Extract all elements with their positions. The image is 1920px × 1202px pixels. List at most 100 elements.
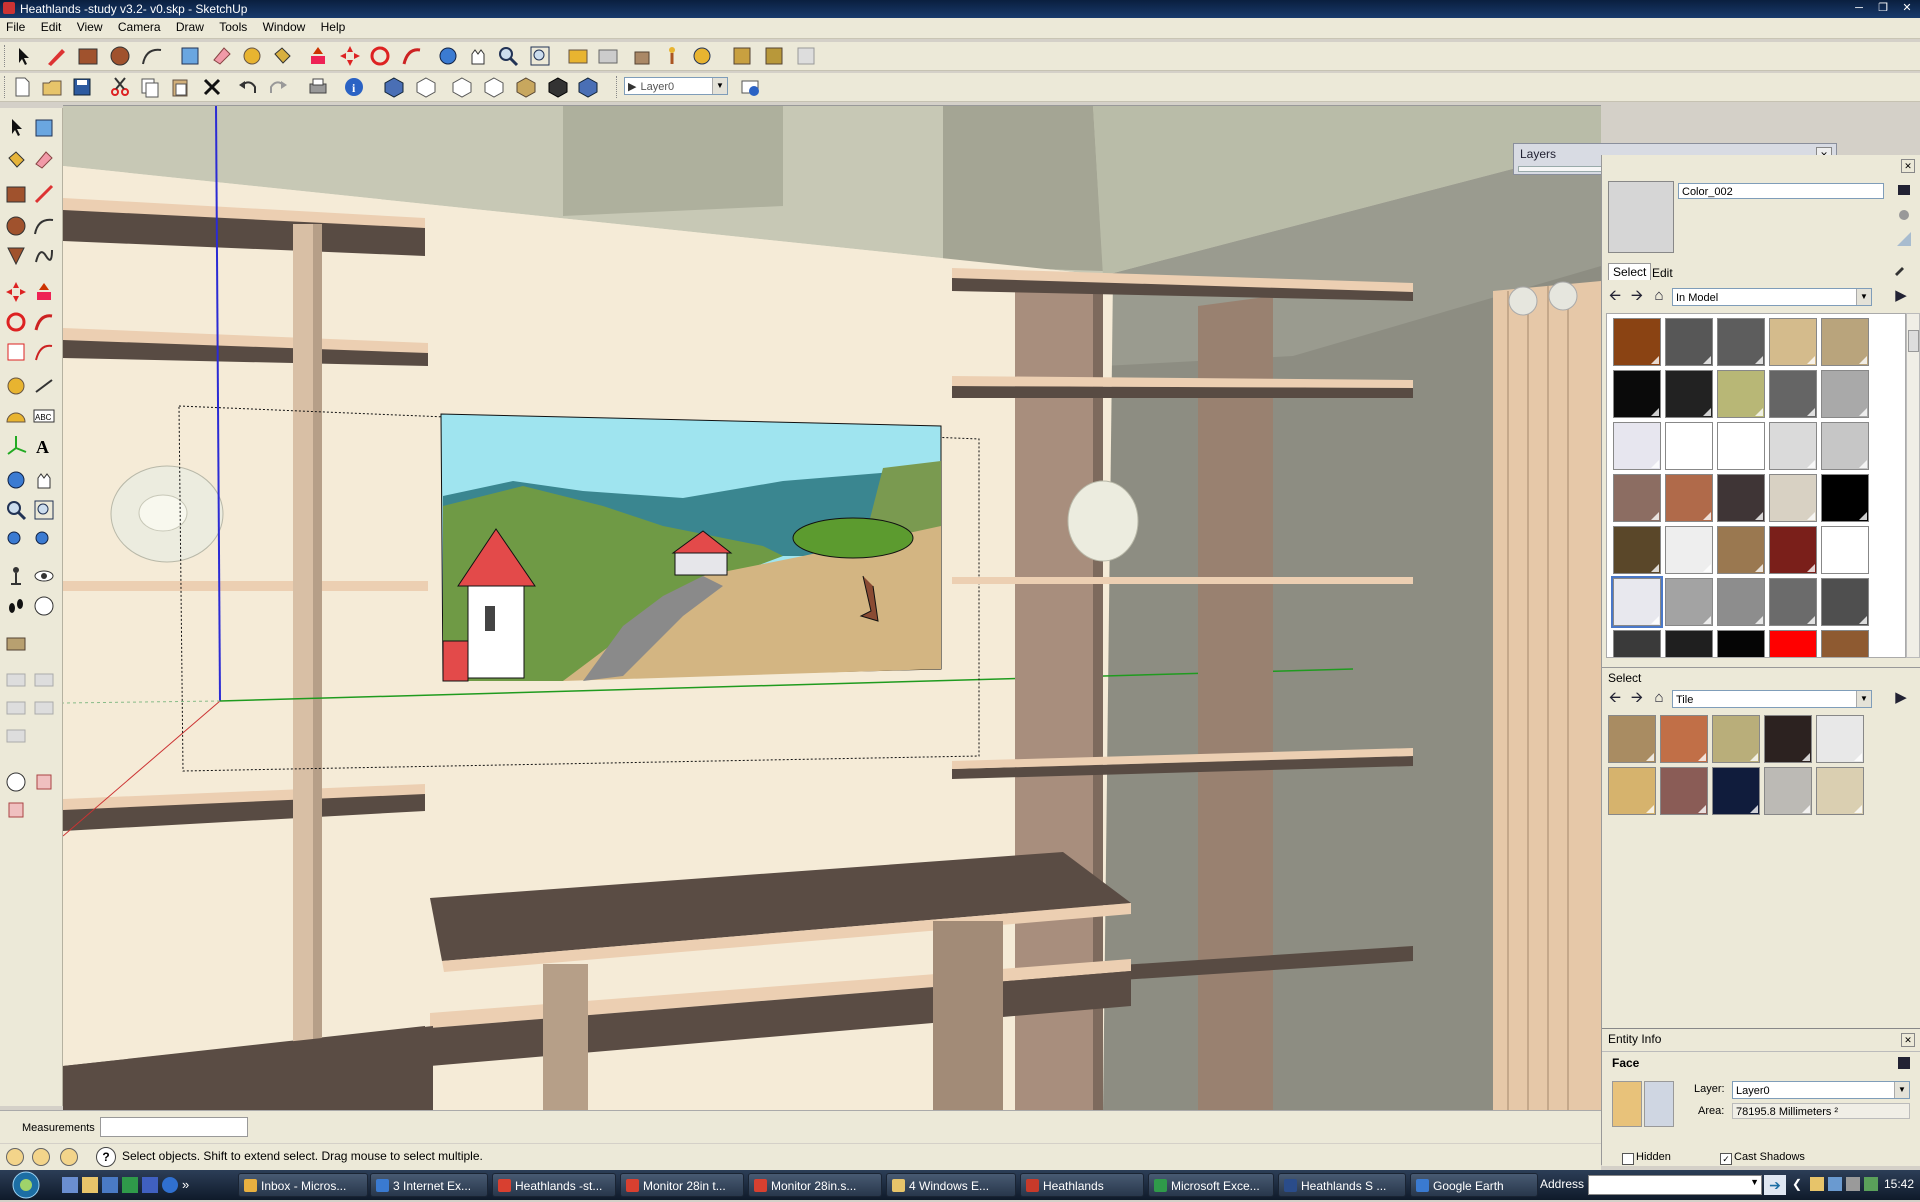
taskbar-item[interactable]: Monitor 28in t... <box>620 1173 744 1197</box>
hidden-checkbox[interactable] <box>1622 1153 1634 1165</box>
material-swatch[interactable] <box>1717 318 1765 366</box>
zoom-extents-left-icon[interactable] <box>32 528 56 552</box>
chevron-down-icon[interactable]: ▼ <box>712 78 727 94</box>
move-icon[interactable] <box>4 280 28 304</box>
look-around-icon[interactable] <box>690 44 714 68</box>
pan-tool-icon[interactable] <box>466 44 490 68</box>
tile-swatch[interactable] <box>1608 715 1656 763</box>
quick-launch-icon[interactable] <box>62 1177 78 1193</box>
tile-swatch[interactable] <box>1660 715 1708 763</box>
scrollbar-thumb[interactable] <box>1908 330 1919 352</box>
paint-icon[interactable] <box>4 148 28 172</box>
taskbar-item[interactable]: Heathlands S ... <box>1278 1173 1406 1197</box>
material-swatch[interactable] <box>1769 422 1817 470</box>
chevron-down-icon[interactable]: ▼ <box>1856 691 1871 707</box>
menu-view[interactable]: View <box>71 18 109 34</box>
iso-view-icon[interactable] <box>382 75 406 99</box>
cast-shadows-checkbox[interactable]: ✓ <box>1720 1153 1732 1165</box>
tape-measure-icon[interactable] <box>240 44 264 68</box>
material-swatch[interactable] <box>1821 318 1869 366</box>
tab-edit[interactable]: Edit <box>1648 265 1677 281</box>
taskbar-item[interactable]: Monitor 28in.s... <box>748 1173 882 1197</box>
polygon-icon[interactable] <box>4 244 28 268</box>
position-camera-left-icon[interactable] <box>4 564 28 588</box>
share-component-icon[interactable] <box>794 44 818 68</box>
material-swatch[interactable] <box>1613 526 1661 574</box>
tape-measure-left-icon[interactable] <box>4 374 28 398</box>
material-swatch[interactable] <box>1717 526 1765 574</box>
details-arrow-icon[interactable]: ▶ <box>1892 287 1910 305</box>
taskbar-item[interactable]: 3 Internet Ex... <box>370 1173 488 1197</box>
scenes-icon[interactable] <box>32 696 56 720</box>
material-swatch[interactable] <box>1717 578 1765 626</box>
material-swatch[interactable] <box>1717 422 1765 470</box>
material-swatch[interactable] <box>1613 318 1661 366</box>
rectangle-icon[interactable] <box>4 182 28 206</box>
zoom-tool-icon[interactable] <box>496 44 520 68</box>
open-file-icon[interactable] <box>40 75 64 99</box>
paint-bucket-icon[interactable] <box>270 44 294 68</box>
forward-arrow-icon[interactable]: 🡪 <box>1628 689 1646 707</box>
orbit-left-icon[interactable] <box>4 468 28 492</box>
scale-icon[interactable] <box>4 340 28 364</box>
move-tool-icon[interactable] <box>338 44 362 68</box>
circle-tool-icon[interactable] <box>108 44 132 68</box>
arc-tool-icon[interactable] <box>140 44 164 68</box>
pan-left-icon[interactable] <box>32 468 56 492</box>
close-icon[interactable]: ✕ <box>1901 159 1915 173</box>
chevron-down-icon[interactable]: ▼ <box>1894 1082 1909 1098</box>
cut-icon[interactable] <box>108 75 132 99</box>
3d-viewport[interactable] <box>63 105 1601 1111</box>
next-view-icon[interactable] <box>596 44 620 68</box>
tray-volume-icon[interactable] <box>1846 1177 1860 1191</box>
orbit-tool-icon[interactable] <box>436 44 460 68</box>
taskbar-item[interactable]: Google Earth <box>1410 1173 1538 1197</box>
zoom-extents-icon[interactable] <box>528 44 552 68</box>
chevron-down-icon[interactable]: ▼ <box>1750 1177 1759 1187</box>
material-swatch[interactable] <box>1821 526 1869 574</box>
material-swatch[interactable] <box>1665 526 1713 574</box>
menu-draw[interactable]: Draw <box>170 18 210 34</box>
save-icon[interactable] <box>70 75 94 99</box>
material-swatch[interactable] <box>1613 474 1661 522</box>
model-info-icon[interactable]: i <box>342 75 366 99</box>
menu-help[interactable]: Help <box>315 18 352 34</box>
forward-arrow-icon[interactable]: 🡪 <box>1628 287 1646 305</box>
menu-edit[interactable]: Edit <box>35 18 68 34</box>
component-icon[interactable] <box>32 116 56 140</box>
line-icon[interactable] <box>32 182 56 206</box>
select-tool-icon[interactable] <box>10 44 34 68</box>
follow-me-left-icon[interactable] <box>32 310 56 334</box>
zoom-left-icon[interactable] <box>4 498 28 522</box>
layer-manager-icon[interactable] <box>738 75 762 99</box>
material-name-field[interactable]: Color_002 <box>1678 183 1884 199</box>
face-material-back[interactable] <box>1644 1081 1674 1127</box>
swatch-scrollbar[interactable] <box>1906 313 1920 658</box>
more-icon[interactable]: » <box>182 1177 198 1193</box>
rectangle-tool-icon[interactable] <box>76 44 100 68</box>
zoom-window-icon[interactable] <box>32 498 56 522</box>
material-swatch[interactable] <box>1821 370 1869 418</box>
material-swatch[interactable] <box>1717 630 1765 657</box>
taskbar-item[interactable]: Inbox - Micros... <box>238 1173 368 1197</box>
toggle-terrain-icon[interactable] <box>4 798 28 822</box>
eraser-icon[interactable] <box>32 148 56 172</box>
top-view-icon[interactable] <box>414 75 438 99</box>
minimize-icon[interactable]: ─ <box>1850 1 1868 15</box>
layer-select[interactable]: ▶ Layer0 ▼ <box>624 77 728 95</box>
taskbar-item[interactable]: Microsoft Exce... <box>1148 1173 1274 1197</box>
rotate-icon[interactable] <box>4 310 28 334</box>
fog-settings-icon[interactable] <box>32 668 56 692</box>
tile-swatch[interactable] <box>1712 715 1760 763</box>
share-model-icon[interactable] <box>762 44 786 68</box>
tray-network-icon[interactable] <box>1828 1177 1842 1191</box>
credits-icon[interactable] <box>32 1148 50 1166</box>
collapse-icon[interactable] <box>1897 1056 1911 1070</box>
menu-file[interactable]: File <box>0 18 31 34</box>
material-swatch[interactable] <box>1717 370 1765 418</box>
material-swatch[interactable] <box>1821 474 1869 522</box>
material-swatch[interactable] <box>1769 318 1817 366</box>
explorer-icon[interactable] <box>82 1177 98 1193</box>
front-view-icon[interactable] <box>450 75 474 99</box>
get-photo-texture-icon[interactable] <box>32 770 56 794</box>
